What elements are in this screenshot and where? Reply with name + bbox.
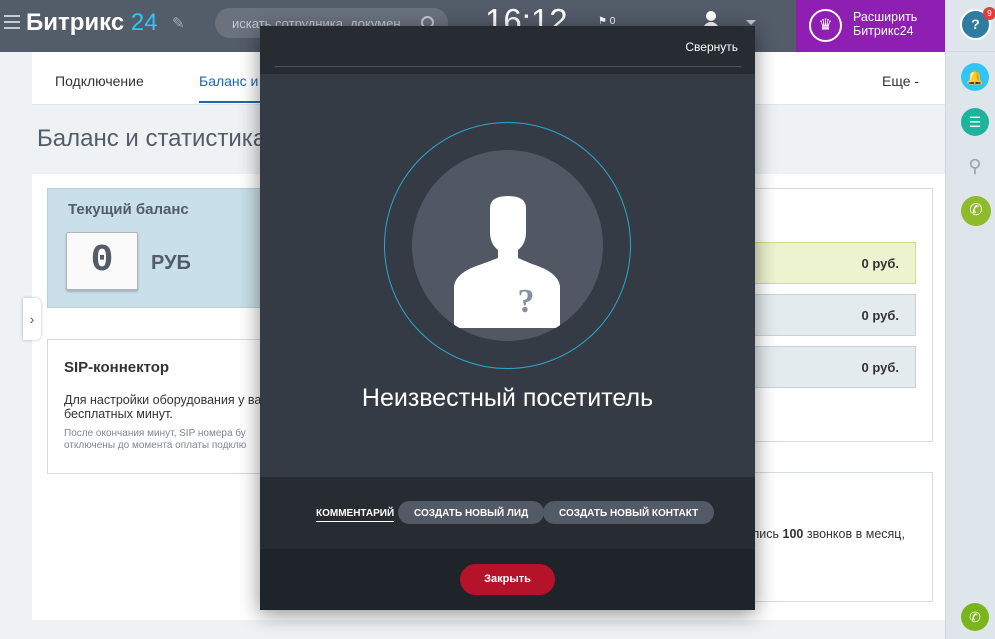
chevron-right-icon[interactable]: › [23,298,41,340]
crown-icon: ♛ [809,9,842,42]
page-title: Баланс и статистика [37,125,267,152]
popup-footer: Закрыть [260,549,755,610]
chevron-down-icon[interactable] [746,20,756,25]
upgrade-line1: Расширить [853,10,918,24]
balance-currency: РУБ [151,252,191,274]
stat-bar: 0 руб. [752,346,916,388]
upgrade-label: Расширить Битрикс24 [853,10,917,38]
rail-divider [946,51,995,52]
calls-suffix: звонков в месяц, [803,527,905,541]
call-popup: Свернуть ? Неизвестный посетитель Коммен… [260,26,755,610]
header-divider [275,66,741,67]
popup-header: Свернуть [260,26,755,74]
right-rail: ? 9 🔔 ☰ ⚲ ✆ ✆ [945,0,995,639]
logo-number: 24 [130,9,158,36]
balance-title: Текущий баланс [68,201,189,218]
unknown-person-icon: ? [454,196,560,328]
upgrade-line2: Битрикс24 [853,24,914,38]
stat-bar: 0 руб. [752,294,916,336]
sip-text: Для настройки оборудования у ва бесплатн… [64,393,262,421]
calls-prefix: лись [752,527,783,541]
upgrade-button[interactable]: ♛ Расширить Битрикс24 [796,0,945,52]
sip-card: SIP-коннектор Для настройки оборудования… [47,339,270,474]
logo-text: Битрикс [26,9,125,36]
create-contact-button[interactable]: Создать новый контакт [543,501,715,524]
balance-digit: 0 [66,232,138,290]
collapse-button[interactable]: Свернуть [685,40,738,54]
create-lead-button[interactable]: Создать новый лид [398,501,545,524]
visitor-avatar: ? [412,150,603,341]
comment-tab[interactable]: Комментарий [316,501,395,522]
calls-text: лись 100 звонков в месяц, [752,527,905,541]
help-badge: 9 [983,7,995,20]
tab-connection[interactable]: Подключение [55,73,144,89]
calls-number: 100 [782,527,804,541]
menu-icon[interactable] [4,15,20,29]
logo[interactable]: Битрикс 24 [26,9,158,37]
bell-icon[interactable]: 🔔 [961,63,989,91]
search-icon[interactable]: ⚲ [961,152,989,180]
popup-actions: Комментарий Создать новый лид Создать но… [260,477,755,549]
visitor-name: Неизвестный посетитель [361,384,654,412]
tab-more[interactable]: Еще - [882,73,919,89]
phone-icon[interactable]: ✆ [961,196,991,226]
tab-balance[interactable]: Баланс и [199,73,258,89]
chat-icon[interactable]: ☰ [961,108,989,136]
balance-card: Текущий баланс 0 РУБ [47,188,270,308]
phone-call-icon[interactable]: ✆ [961,603,989,631]
sip-note: После окончания минут, SIP номера бу отк… [64,428,247,451]
sip-title: SIP-коннектор [64,359,170,376]
edit-icon[interactable]: ✎ [172,14,185,32]
close-button[interactable]: Закрыть [460,564,555,595]
stat-bar: 0 руб. [752,242,916,284]
svg-text:?: ? [518,283,535,320]
